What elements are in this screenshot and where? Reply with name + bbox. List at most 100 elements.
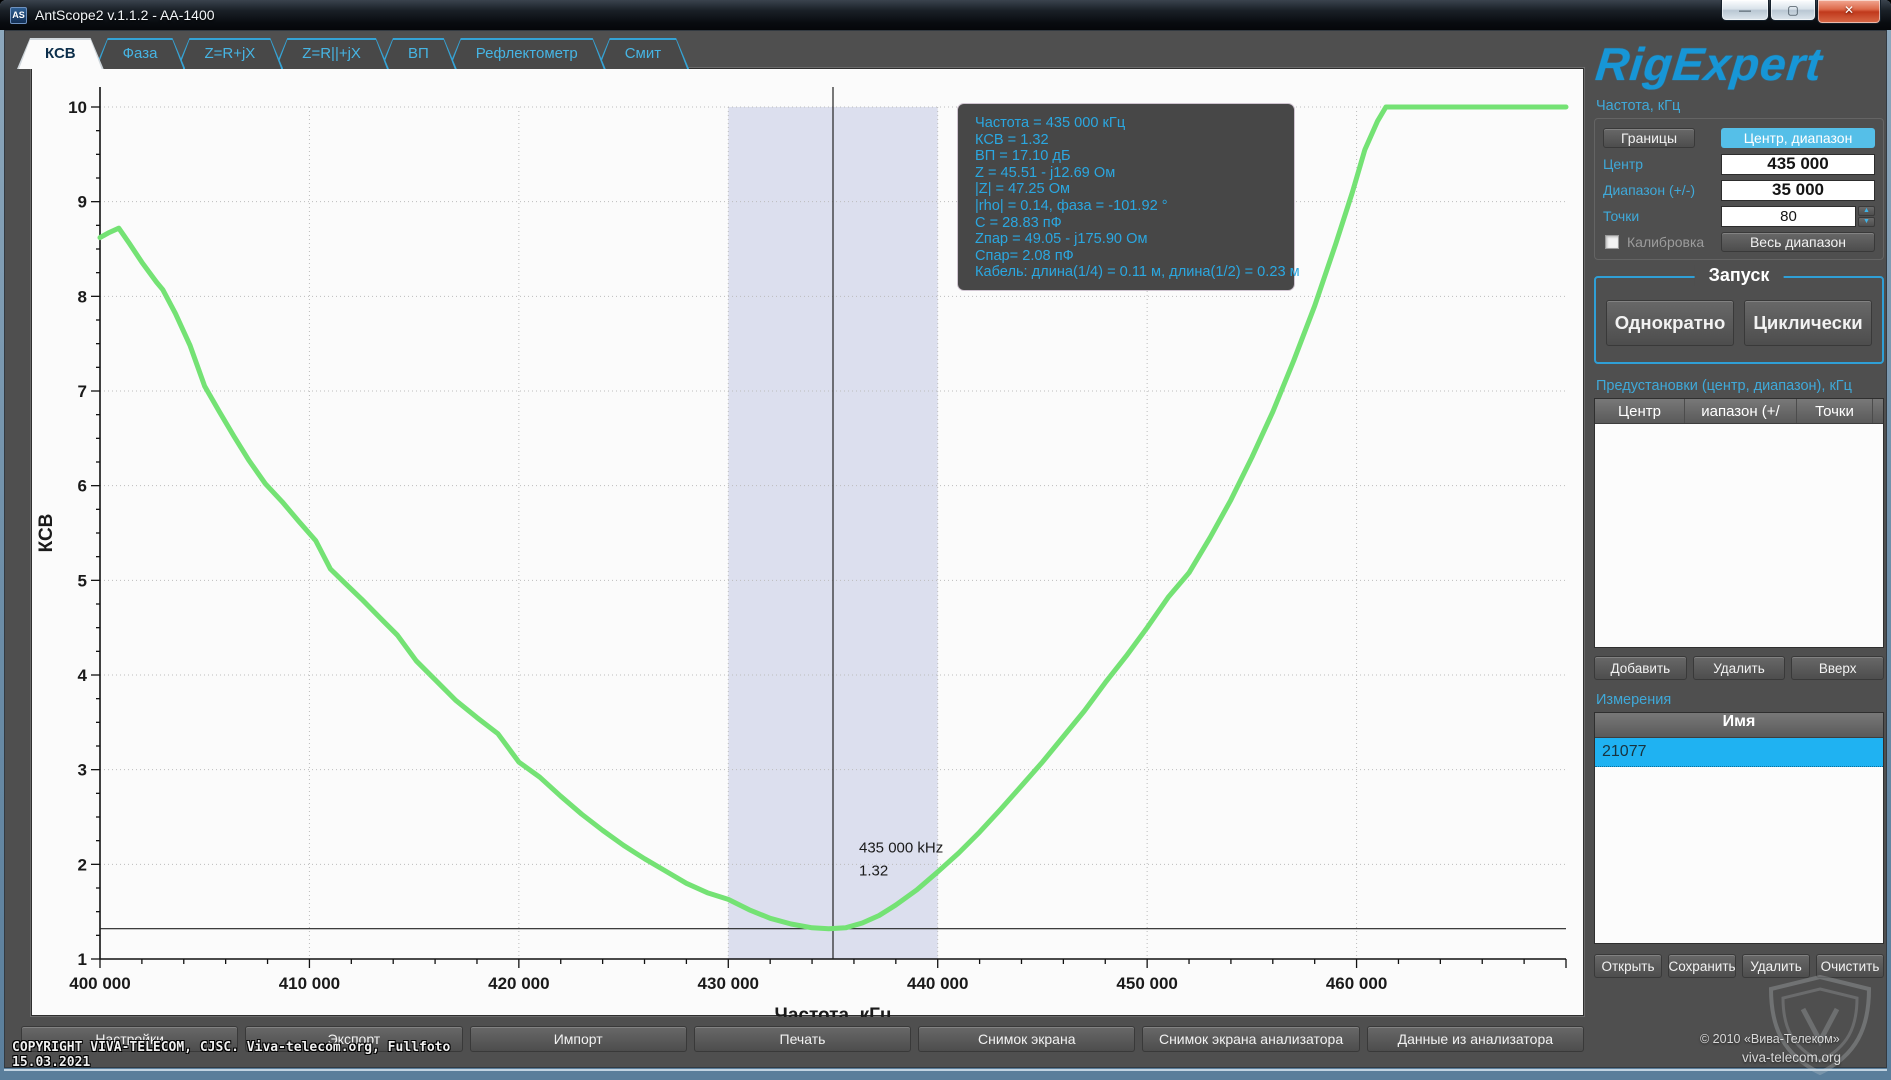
analyzer-data-button[interactable]: Данные из анализатора	[1367, 1026, 1584, 1052]
tooltip-line: Частота = 435 000 кГц	[975, 115, 1294, 132]
tab-vp[interactable]: ВП	[380, 38, 457, 69]
center-label: Центр	[1603, 156, 1721, 172]
y-axis-title: КСВ	[36, 514, 57, 553]
y-tick-label: 6	[78, 477, 87, 496]
span-input[interactable]: 35 000	[1721, 180, 1875, 201]
presets-column-header: Точки	[1797, 399, 1873, 423]
x-tick-label: 440 000	[907, 974, 968, 993]
y-tick-label: 3	[78, 761, 87, 780]
minimize-button[interactable]: —	[1721, 0, 1769, 21]
copyright-watermark: COPYRIGHT VIVA-TELECOM, CJSC. Viva-telec…	[12, 1040, 450, 1070]
app-icon: AS	[10, 7, 27, 24]
tab-z-parallel-label: Z=R||+jX	[276, 38, 387, 69]
points-label: Точки	[1603, 208, 1721, 224]
y-tick-label: 7	[78, 382, 87, 401]
presets-table-header: Центриапазон (+/Точки	[1595, 399, 1883, 424]
run-group: Запуск Однократно Циклически	[1594, 276, 1884, 364]
run-group-title: Запуск	[1695, 265, 1784, 286]
y-tick-label: 5	[78, 571, 87, 590]
y-tick-label: 9	[78, 193, 87, 212]
tooltip-line: C = 28.83 пФ	[975, 215, 1294, 232]
x-tick-label: 460 000	[1326, 974, 1387, 993]
sidebar: RigExpert Частота, кГц Границы Центр, ди…	[1594, 38, 1884, 1064]
tooltip-line: Z = 45.51 - j12.69 Ом	[975, 165, 1294, 182]
screenshot-button[interactable]: Снимок экрана	[918, 1026, 1135, 1052]
swr-chart[interactable]: 400 000 410 000 420 000 430 000 440 000 450 0…	[32, 69, 1585, 1017]
run-cyclic-button[interactable]: Циклически	[1744, 300, 1872, 346]
measurement-tooltip: Частота = 435 000 кГцКСВ = 1.32ВП = 17.1…	[957, 103, 1295, 291]
print-button[interactable]: Печать	[694, 1026, 911, 1052]
x-tick-label: 450 000	[1116, 974, 1177, 993]
tooltip-line: |Z| = 47.25 Ом	[975, 181, 1294, 198]
tab-z-series-label: Z=R+jX	[178, 38, 281, 69]
frequency-section-label: Частота, кГц	[1596, 98, 1884, 114]
center-frequency-input[interactable]: 435 000	[1721, 154, 1875, 175]
tooltip-line: |rho| = 0.14, фаза = -101.92 °	[975, 198, 1294, 215]
center-span-toggle[interactable]: Центр, диапазон	[1721, 128, 1875, 148]
tab-ksv[interactable]: КСВ	[17, 38, 104, 69]
close-button[interactable]: ✕	[1817, 0, 1881, 24]
open-measurement-button[interactable]: Открыть	[1594, 954, 1662, 978]
points-increment-button[interactable]: ▲	[1858, 206, 1875, 216]
analyzer-screenshot-button[interactable]: Снимок экрана анализатора	[1142, 1026, 1359, 1052]
bounds-button[interactable]: Границы	[1603, 128, 1695, 148]
presets-table[interactable]: Центриапазон (+/Точки	[1594, 398, 1884, 648]
maximize-button[interactable]: ▢	[1770, 0, 1816, 21]
add-preset-button[interactable]: Добавить	[1594, 656, 1687, 680]
run-single-button[interactable]: Однократно	[1606, 300, 1734, 346]
y-tick-label: 1	[78, 950, 87, 969]
tab-faza[interactable]: Фаза	[95, 38, 186, 69]
app-window: AS AntScope2 v.1.1.2 - AA-1400 — ▢ ✕ КСВ…	[0, 0, 1891, 1080]
full-range-button[interactable]: Весь диапазон	[1721, 232, 1875, 252]
y-tick-label: 8	[78, 287, 87, 306]
cursor-swr-label: 1.32	[859, 863, 888, 880]
site-credit-watermark: © 2010 «Вива-Телеком»	[1700, 1032, 1840, 1046]
tab-smith-label: Смит	[599, 38, 687, 69]
tab-faza-label: Фаза	[97, 38, 184, 69]
title-bar[interactable]: AS AntScope2 v.1.1.2 - AA-1400 — ▢ ✕	[0, 0, 1891, 30]
measurements-table-header: Имя	[1595, 713, 1883, 738]
y-tick-label: 2	[78, 855, 87, 874]
points-decrement-button[interactable]: ▼	[1858, 217, 1875, 227]
x-axis-title: Частота, кГц	[774, 1005, 891, 1017]
rigexpert-logo: RigExpert	[1591, 38, 1886, 90]
save-measurement-button[interactable]: Сохранить	[1668, 954, 1736, 978]
tooltip-line: Кабель: длина(1/4) = 0.11 м, длина(1/2) …	[975, 264, 1294, 281]
x-tick-label: 420 000	[488, 974, 549, 993]
tab-ksv-label: КСВ	[19, 38, 102, 69]
calibration-checkbox[interactable]	[1605, 235, 1619, 249]
tab-z-series[interactable]: Z=R+jX	[176, 38, 283, 69]
frequency-group: Границы Центр, диапазон Центр 435 000 Ди…	[1594, 118, 1884, 260]
cursor-frequency-label: 435 000 kHz	[859, 840, 943, 857]
site-url-watermark: viva-telecom.org	[1742, 1050, 1841, 1065]
y-tick-label: 4	[78, 666, 88, 685]
import-button[interactable]: Импорт	[470, 1026, 687, 1052]
presets-buttons: ДобавитьУдалитьВверх	[1594, 656, 1884, 680]
x-tick-label: 410 000	[279, 974, 340, 993]
calibration-label: Калибровка	[1627, 234, 1721, 250]
x-tick-label: 430 000	[698, 974, 759, 993]
measurement-row[interactable]: 21077	[1595, 738, 1883, 767]
tab-z-parallel[interactable]: Z=R||+jX	[274, 38, 389, 69]
y-tick-label: 10	[68, 98, 87, 117]
points-input[interactable]: 80	[1721, 206, 1856, 227]
tab-reflectometer[interactable]: Рефлектометр	[448, 38, 606, 69]
window-title: AntScope2 v.1.1.2 - AA-1400	[35, 7, 215, 23]
tooltip-line: КСВ = 1.32	[975, 132, 1294, 149]
presets-label: Предустановки (центр, диапазон), кГц	[1596, 378, 1884, 394]
tab-vp-label: ВП	[382, 38, 455, 69]
client-area: КСВФазаZ=R+jXZ=R||+jXВПРефлектометрСмит …	[4, 30, 1887, 1068]
tooltip-line: ВП = 17.10 дБ	[975, 148, 1294, 165]
window-controls: — ▢ ✕	[1720, 0, 1881, 24]
span-label: Диапазон (+/-)	[1603, 182, 1721, 198]
chart-panel: 400 000 410 000 420 000 430 000 440 000 450 0…	[31, 68, 1584, 1016]
tooltip-line: Zпар = 49.05 - j175.90 Ом	[975, 231, 1294, 248]
tab-bar: КСВФазаZ=R+jXZ=R||+jXВПРефлектометрСмит	[17, 38, 680, 69]
move-up-button[interactable]: Вверх	[1791, 656, 1884, 680]
x-tick-label: 400 000	[69, 974, 130, 993]
measurements-label: Измерения	[1596, 692, 1884, 708]
tooltip-line: Спар= 2.08 пФ	[975, 248, 1294, 265]
tab-smith[interactable]: Смит	[597, 38, 689, 69]
delete-preset-button[interactable]: Удалить	[1693, 656, 1786, 680]
measurements-table[interactable]: Имя 21077	[1594, 712, 1884, 944]
